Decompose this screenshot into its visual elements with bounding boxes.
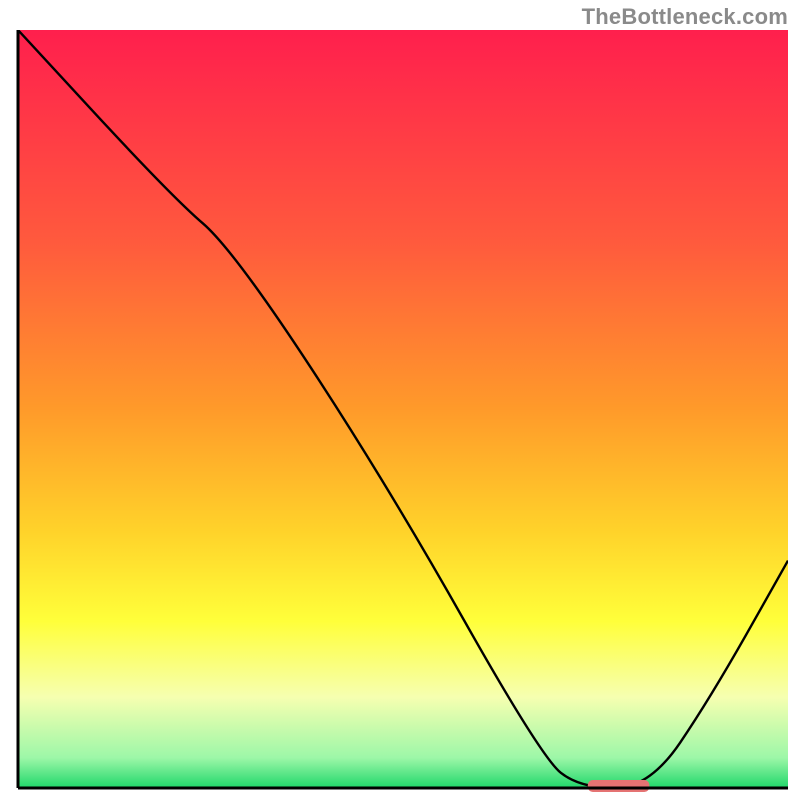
optimal-range-marker [588,780,650,792]
chart-svg [0,0,800,800]
chart-container: TheBottleneck.com [0,0,800,800]
attribution-label: TheBottleneck.com [582,4,788,30]
gradient-background [18,30,788,788]
